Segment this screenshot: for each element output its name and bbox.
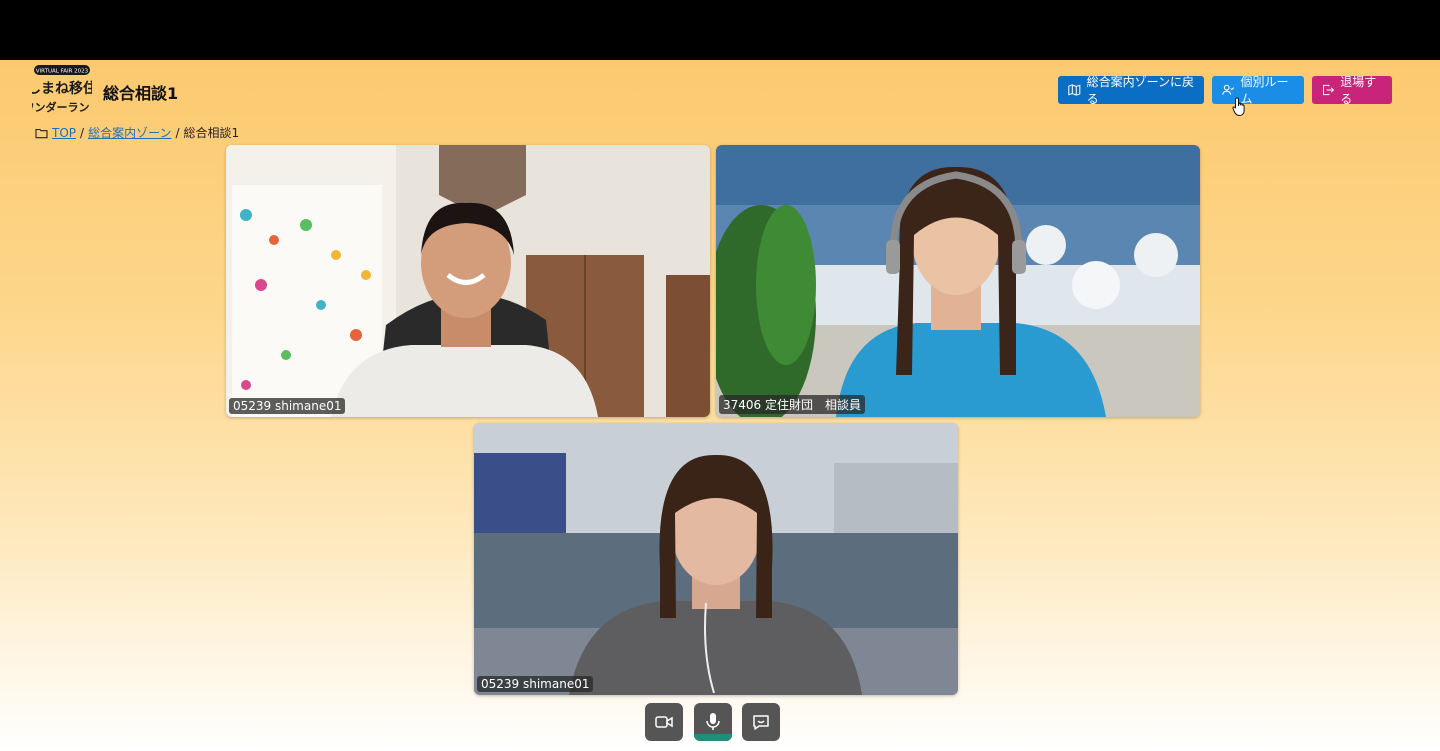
microphone-icon: [706, 713, 720, 730]
map-icon: [1068, 84, 1081, 96]
participant-2-video: [716, 145, 1200, 417]
exit-icon: [1323, 84, 1335, 96]
fair-logo[interactable]: VIRTUAL FAIR 2023 しまね移住 ワンダーランド: [32, 64, 92, 118]
participant-2-name: 37406 定住財団 相談員: [719, 395, 865, 414]
top-black-bar: [0, 0, 1440, 60]
folder-icon: [35, 128, 48, 138]
exit-button[interactable]: 退場する: [1312, 75, 1392, 106]
svg-text:ワンダーランド: ワンダーランド: [32, 100, 92, 114]
microphone-toggle-button[interactable]: [694, 703, 732, 741]
breadcrumb-separator: /: [175, 125, 180, 140]
participant-1-video: [226, 145, 710, 417]
svg-text:しまね移住: しまね移住: [32, 80, 92, 97]
exit-label: 退場する: [1340, 75, 1377, 106]
participant-1-name: 05239 shimane01: [229, 398, 346, 414]
camera-toggle-button[interactable]: [645, 703, 683, 741]
meeting-stage: VIRTUAL FAIR 2023 しまね移住 ワンダーランド 総合相談1 総合…: [0, 60, 1440, 751]
svg-text:VIRTUAL FAIR 2023: VIRTUAL FAIR 2023: [36, 69, 89, 75]
mic-level-bar: [694, 734, 732, 741]
breadcrumb: TOP / 総合案内ゾーン / 総合相談1: [35, 124, 239, 141]
hand-pointer-cursor-icon: [1232, 97, 1245, 116]
breadcrumb-current: 総合相談1: [183, 126, 240, 140]
chat-bubble-icon: [753, 715, 769, 730]
back-to-zone-label: 総合案内ゾーンに戻る: [1086, 75, 1194, 106]
breadcrumb-zone-link[interactable]: 総合案内ゾーン: [88, 124, 171, 141]
chat-button[interactable]: [742, 703, 780, 741]
breadcrumb-separator: /: [80, 125, 85, 140]
person-check-icon: [1222, 84, 1235, 95]
page-title: 総合相談1: [103, 84, 179, 103]
video-tile-participant-2[interactable]: 37406 定住財団 相談員: [716, 145, 1200, 417]
participant-3-video: [474, 423, 958, 695]
video-tile-participant-3[interactable]: 05239 shimane01: [474, 423, 958, 695]
private-room-button[interactable]: 個別ルーム: [1212, 75, 1304, 106]
video-camera-icon: [655, 716, 673, 728]
participant-3-name: 05239 shimane01: [477, 676, 594, 692]
breadcrumb-top-link[interactable]: TOP: [52, 126, 76, 140]
video-tile-participant-1[interactable]: 05239 shimane01: [226, 145, 710, 417]
back-to-zone-button[interactable]: 総合案内ゾーンに戻る: [1058, 75, 1204, 106]
